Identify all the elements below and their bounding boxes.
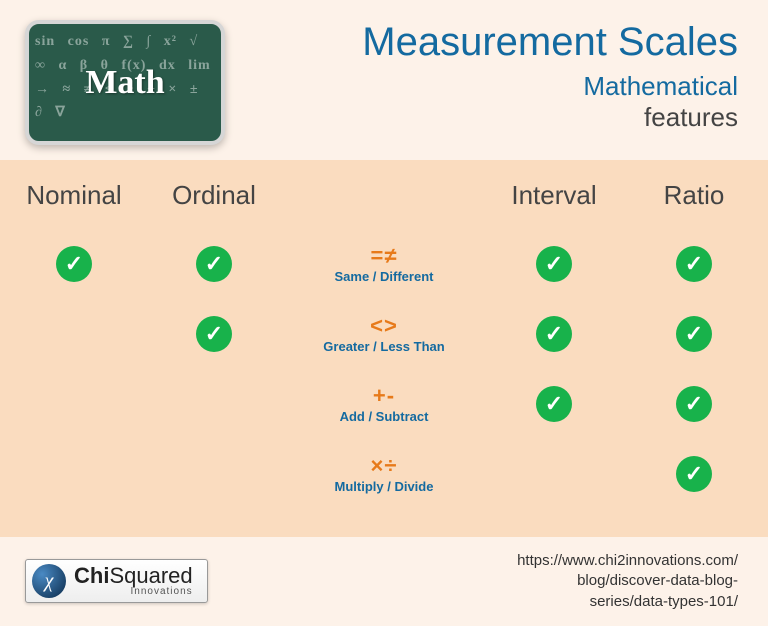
op-symbol: =≠ — [284, 244, 484, 268]
url-line-1: https://www.chi2innovations.com/ — [517, 551, 738, 571]
cell-ratio-3: ✓ — [624, 456, 764, 492]
cell-interval-0: ✓ — [484, 246, 624, 282]
column-headers-row: Nominal Ordinal Interval Ratio — [0, 180, 768, 229]
check-icon: ✓ — [56, 246, 92, 282]
check-icon: ✓ — [536, 386, 572, 422]
logo-sub: Innovations — [74, 587, 193, 597]
cell-ratio-0: ✓ — [624, 246, 764, 282]
op-label: Same / Different — [284, 270, 484, 284]
op-symbol: ×÷ — [284, 454, 484, 478]
page-subtitle-2: features — [362, 102, 738, 133]
check-icon: ✓ — [676, 316, 712, 352]
check-icon: ✓ — [536, 246, 572, 282]
op-label: Add / Subtract — [284, 410, 484, 424]
chi-icon: χ — [32, 564, 66, 598]
matrix-row-add-subtract: +- Add / Subtract ✓ ✓ — [0, 369, 768, 439]
operation-add-subtract: +- Add / Subtract — [284, 384, 484, 424]
col-head-ratio: Ratio — [624, 180, 764, 229]
operation-same-different: =≠ Same / Different — [284, 244, 484, 284]
url-line-3: series/data-types-101/ — [517, 592, 738, 612]
header: Math Measurement Scales Mathematical fea… — [0, 0, 768, 160]
footer: χ ChiSquared Innovations https://www.chi… — [0, 537, 768, 626]
title-block: Measurement Scales Mathematical features — [362, 20, 738, 133]
source-url: https://www.chi2innovations.com/ blog/di… — [517, 551, 738, 612]
check-icon: ✓ — [536, 316, 572, 352]
op-symbol: +- — [284, 384, 484, 408]
page-subtitle-1: Mathematical — [362, 71, 738, 102]
op-symbol: <> — [284, 314, 484, 338]
check-icon: ✓ — [196, 246, 232, 282]
op-label: Multiply / Divide — [284, 480, 484, 494]
logo-text: ChiSquared Innovations — [74, 565, 193, 597]
logo-bold: Chi — [74, 563, 109, 588]
col-head-spacer — [284, 204, 484, 205]
matrix-row-same-different: ✓ ✓ =≠ Same / Different ✓ ✓ — [0, 229, 768, 299]
check-icon: ✓ — [676, 246, 712, 282]
operation-greater-less: <> Greater / Less Than — [284, 314, 484, 354]
page-title: Measurement Scales — [362, 20, 738, 65]
matrix-row-multiply-divide: ×÷ Multiply / Divide ✓ — [0, 439, 768, 509]
cell-ordinal-1: ✓ — [144, 316, 284, 352]
operation-multiply-divide: ×÷ Multiply / Divide — [284, 454, 484, 494]
math-card-label: Math — [85, 64, 164, 102]
url-line-2: blog/discover-data-blog- — [517, 571, 738, 591]
check-icon: ✓ — [676, 456, 712, 492]
matrix-row-greater-less: ✓ <> Greater / Less Than ✓ ✓ — [0, 299, 768, 369]
cell-ratio-1: ✓ — [624, 316, 764, 352]
check-icon: ✓ — [196, 316, 232, 352]
feature-matrix: Nominal Ordinal Interval Ratio ✓ ✓ =≠ Sa… — [0, 160, 768, 537]
cell-interval-2: ✓ — [484, 386, 624, 422]
chisquared-logo: χ ChiSquared Innovations — [25, 559, 208, 603]
col-head-nominal: Nominal — [4, 180, 144, 229]
col-head-interval: Interval — [484, 180, 624, 229]
logo-rest: Squared — [109, 563, 192, 588]
cell-ordinal-0: ✓ — [144, 246, 284, 282]
col-head-ordinal: Ordinal — [144, 180, 284, 229]
math-chalkboard-image: Math — [25, 20, 225, 145]
check-icon: ✓ — [676, 386, 712, 422]
op-label: Greater / Less Than — [284, 340, 484, 354]
logo-main: ChiSquared — [74, 565, 193, 587]
cell-ratio-2: ✓ — [624, 386, 764, 422]
cell-nominal-0: ✓ — [4, 246, 144, 282]
cell-interval-1: ✓ — [484, 316, 624, 352]
